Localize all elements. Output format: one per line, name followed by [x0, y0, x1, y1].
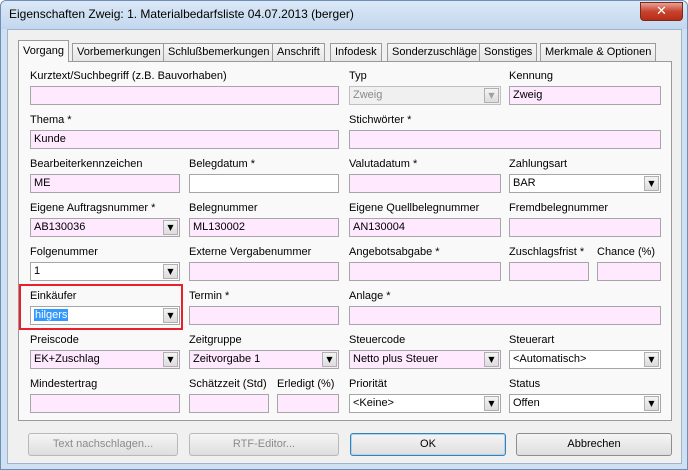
thema-input[interactable]: Kunde	[30, 130, 339, 149]
zeitgruppe-select[interactable]: Zeitvorgabe 1 ▼	[189, 350, 339, 369]
steuerart-select[interactable]: <Automatisch> ▼	[509, 350, 661, 369]
steuerart-label: Steuerart	[509, 334, 555, 346]
kurztext-input[interactable]	[30, 86, 339, 105]
mindestertrag-input[interactable]	[30, 394, 180, 413]
termin-label: Termin *	[189, 290, 230, 302]
angebotsabgabe-input[interactable]	[349, 262, 501, 281]
eigene-auftragsnummer-value: AB130036	[34, 221, 86, 233]
termin-input[interactable]	[189, 306, 339, 325]
zahlungsart-select[interactable]: BAR ▼	[509, 174, 661, 193]
close-icon[interactable]: ✕	[640, 2, 683, 21]
stichwoerter-input[interactable]	[349, 130, 661, 149]
steuercode-select[interactable]: Netto plus Steuer ▼	[349, 350, 501, 369]
schaetzzeit-input[interactable]	[189, 394, 269, 413]
folgenummer-select[interactable]: 1 ▼	[30, 262, 180, 281]
chance-input[interactable]	[597, 262, 661, 281]
status-label: Status	[509, 378, 541, 390]
dialog-client-area: Vorgang Vorbemerkungen Schlußbemerkungen…	[7, 29, 682, 464]
steuercode-value: Netto plus Steuer	[353, 353, 438, 365]
angebotsabgabe-label: Angebotsabgabe *	[349, 246, 440, 258]
kennung-input[interactable]: Zweig	[509, 86, 661, 105]
eigene-auftragsnummer-select[interactable]: AB130036 ▼	[30, 218, 180, 237]
anlage-label: Anlage *	[349, 290, 391, 302]
fremdbelegnummer-label: Fremdbelegnummer	[509, 202, 609, 214]
ok-button[interactable]: OK	[350, 433, 506, 456]
prioritaet-value: <Keine>	[353, 397, 394, 409]
chevron-down-icon[interactable]: ▼	[484, 396, 499, 411]
fremdbelegnummer-input[interactable]	[509, 218, 661, 237]
erledigt-label: Erledigt (%)	[277, 378, 335, 390]
bearbeiterkennzeichen-input[interactable]: ME	[30, 174, 180, 193]
tab-strip: Vorgang Vorbemerkungen Schlußbemerkungen…	[18, 40, 668, 62]
status-select[interactable]: Offen ▼	[509, 394, 661, 413]
tab-anschrift[interactable]: Anschrift	[272, 43, 325, 61]
tab-infodesk[interactable]: Infodesk	[330, 43, 382, 61]
chevron-down-icon[interactable]: ▼	[484, 352, 499, 367]
zeitgruppe-value: Zeitvorgabe 1	[193, 353, 261, 365]
tab-merkmale-optionen[interactable]: Merkmale & Optionen	[540, 43, 657, 61]
steuerart-value: <Automatisch>	[513, 353, 587, 365]
chance-label: Chance (%)	[597, 246, 656, 258]
einkaeufer-highlight-box	[19, 284, 183, 330]
eigene-quellbelegnummer-label: Eigene Quellbelegnummer	[349, 202, 480, 214]
valutadatum-input[interactable]	[349, 174, 501, 193]
prioritaet-label: Priorität	[349, 378, 387, 390]
kennung-label: Kennung	[509, 70, 554, 82]
eigene-quellbelegnummer-input[interactable]: AN130004	[349, 218, 501, 237]
preiscode-value: EK+Zuschlag	[34, 353, 100, 365]
anlage-input[interactable]	[349, 306, 661, 325]
folgenummer-label: Folgenummer	[30, 246, 98, 258]
folgenummer-value: 1	[34, 265, 41, 277]
tab-panel-vorgang: Kurztext/Suchbegriff (z.B. Bauvorhaben) …	[18, 61, 672, 421]
zeitgruppe-label: Zeitgruppe	[189, 334, 242, 346]
eigene-auftragsnummer-label: Eigene Auftragsnummer *	[30, 202, 156, 214]
zuschlagsfrist-input[interactable]	[509, 262, 589, 281]
abbrechen-button[interactable]: Abbrechen	[516, 433, 672, 456]
tab-sonstiges[interactable]: Sonstiges	[479, 43, 538, 61]
bearbeiterkennzeichen-label: Bearbeiterkennzeichen	[30, 158, 143, 170]
typ-value: Zweig	[353, 89, 383, 101]
dialog-window: Eigenschaften Zweig: 1. Materialbedarfsl…	[0, 0, 688, 470]
tab-vorgang[interactable]: Vorgang	[18, 40, 69, 62]
chevron-down-icon[interactable]: ▼	[163, 352, 178, 367]
mindestertrag-label: Mindestertrag	[30, 378, 98, 390]
preiscode-label: Preiscode	[30, 334, 79, 346]
kurztext-label: Kurztext/Suchbegriff (z.B. Bauvorhaben)	[30, 70, 227, 82]
preiscode-select[interactable]: EK+Zuschlag ▼	[30, 350, 180, 369]
status-value: Offen	[513, 397, 540, 409]
tab-sonderzuschlaege[interactable]: Sonderzuschläge	[387, 43, 483, 61]
tab-vorbemerkungen[interactable]: Vorbemerkungen	[72, 43, 166, 61]
erledigt-input[interactable]	[277, 394, 339, 413]
zahlungsart-label: Zahlungsart	[509, 158, 568, 170]
text-nachschlagen-button[interactable]: Text nachschlagen...	[28, 433, 178, 456]
chevron-down-icon[interactable]: ▼	[644, 352, 659, 367]
thema-label: Thema *	[30, 114, 72, 126]
zuschlagsfrist-label: Zuschlagsfrist *	[509, 246, 585, 258]
belegdatum-label: Belegdatum *	[189, 158, 256, 170]
chevron-down-icon[interactable]: ▼	[644, 176, 659, 191]
stichwoerter-label: Stichwörter *	[349, 114, 412, 126]
externe-vergabenummer-input[interactable]	[189, 262, 339, 281]
belegnummer-input[interactable]: ML130002	[189, 218, 339, 237]
tab-schlussbemerkungen[interactable]: Schlußbemerkungen	[163, 43, 275, 61]
belegdatum-input[interactable]	[189, 174, 339, 193]
prioritaet-select[interactable]: <Keine> ▼	[349, 394, 501, 413]
rtf-editor-button[interactable]: RTF-Editor...	[189, 433, 339, 456]
typ-select: Zweig ▼	[349, 86, 501, 105]
chevron-down-icon[interactable]: ▼	[163, 264, 178, 279]
chevron-down-icon[interactable]: ▼	[322, 352, 337, 367]
belegnummer-label: Belegnummer	[189, 202, 258, 214]
valutadatum-label: Valutadatum *	[349, 158, 418, 170]
title-bar: Eigenschaften Zweig: 1. Materialbedarfsl…	[1, 1, 687, 29]
chevron-down-icon[interactable]: ▼	[163, 220, 178, 235]
schaetzzeit-label: Schätzzeit (Std)	[189, 378, 267, 390]
typ-label: Typ	[349, 70, 367, 82]
steuercode-label: Steuercode	[349, 334, 406, 346]
externe-vergabenummer-label: Externe Vergabenummer	[189, 246, 312, 258]
window-title: Eigenschaften Zweig: 1. Materialbedarfsl…	[9, 7, 354, 21]
chevron-down-icon[interactable]: ▼	[644, 396, 659, 411]
chevron-down-icon: ▼	[484, 88, 499, 103]
zahlungsart-value: BAR	[513, 177, 536, 189]
